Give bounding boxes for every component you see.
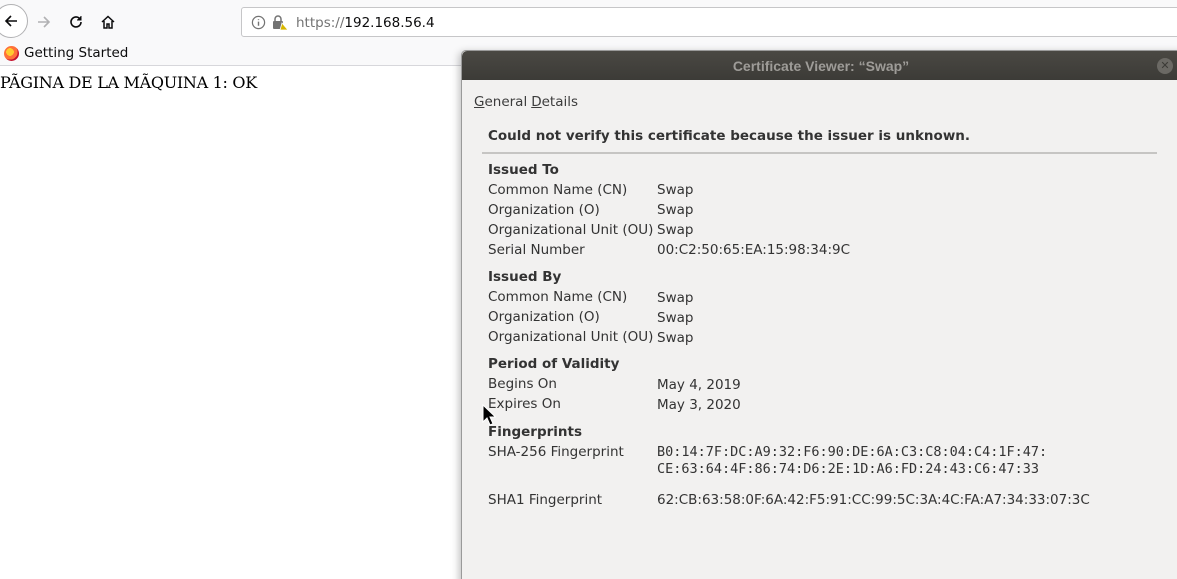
fingerprints-heading: Fingerprints <box>488 424 582 440</box>
issued-by-o-label: Organization (O) <box>488 309 600 325</box>
issued-by-o-value: Swap <box>657 310 694 326</box>
certificate-viewer-dialog: Certificate Viewer: “Swap” ✕ General Det… <box>461 50 1177 579</box>
issued-to-ou-value: Swap <box>657 222 694 238</box>
url-scheme: https:// <box>296 15 345 31</box>
mouse-cursor-icon <box>482 404 496 426</box>
firefox-icon <box>4 45 19 61</box>
page-body-text: PÃGINA DE LA MÃQUINA 1: OK <box>0 73 257 92</box>
expires-on-value: May 3, 2020 <box>657 397 741 413</box>
serial-number-value: 00:C2:50:65:EA:15:98:34:9C <box>657 242 851 258</box>
browser-toolbar: https://192.168.56.4 <box>0 0 1177 42</box>
dialog-titlebar[interactable]: Certificate Viewer: “Swap” ✕ <box>462 51 1177 80</box>
sha256-label: SHA-256 Fingerprint <box>488 444 624 460</box>
close-icon[interactable]: ✕ <box>1157 58 1173 74</box>
sha1-label: SHA1 Fingerprint <box>488 492 603 508</box>
begins-on-label: Begins On <box>488 376 557 392</box>
tab-general[interactable]: General <box>474 94 527 110</box>
issued-by-cn-label: Common Name (CN) <box>488 289 628 305</box>
forward-arrow-icon <box>38 16 51 28</box>
validity-heading: Period of Validity <box>488 356 620 372</box>
sha256-value-line2: CE:63:64:4F:86:74:D6:2E:1D:A6:FD:24:43:C… <box>657 461 1040 477</box>
tab-general-rest: eneral <box>484 94 528 110</box>
back-button[interactable] <box>0 4 28 38</box>
verification-warning: Could not verify this certificate becaus… <box>488 128 971 144</box>
home-button[interactable] <box>94 8 122 36</box>
reload-button[interactable] <box>62 8 90 36</box>
back-arrow-icon <box>4 15 17 27</box>
sha1-value: 62:CB:63:58:0F:6A:42:F5:91:CC:99:5C:3A:4… <box>657 492 1090 508</box>
issued-by-ou-value: Swap <box>657 330 694 346</box>
bookmark-label: Getting Started <box>24 45 129 61</box>
expires-on-label: Expires On <box>488 396 561 412</box>
dialog-title: Certificate Viewer: “Swap” <box>732 58 910 74</box>
bookmark-getting-started[interactable]: Getting Started <box>4 45 128 61</box>
issued-by-cn-value: Swap <box>657 290 694 306</box>
sha256-value-line1: B0:14:7F:DC:A9:32:F6:90:DE:6A:C3:C8:04:C… <box>657 444 1048 460</box>
url-host: 192.168.56.4 <box>344 15 435 31</box>
begins-on-value: May 4, 2019 <box>657 377 741 393</box>
issued-by-ou-label: Organizational Unit (OU) <box>488 329 654 345</box>
issued-to-heading: Issued To <box>488 162 559 178</box>
issued-to-cn-label: Common Name (CN) <box>488 182 628 198</box>
insecure-lock-icon[interactable] <box>271 14 289 31</box>
home-icon <box>101 15 115 29</box>
divider <box>482 152 1157 154</box>
issued-to-o-value: Swap <box>657 202 694 218</box>
serial-number-label: Serial Number <box>488 242 585 258</box>
url-text[interactable]: https://192.168.56.4 <box>296 15 435 31</box>
issued-to-cn-value: Swap <box>657 182 694 198</box>
tab-general-mnemonic: G <box>474 94 485 110</box>
tab-details-rest: etails <box>541 94 579 110</box>
url-bar[interactable]: https://192.168.56.4 <box>241 7 1177 37</box>
dialog-tabs: General Details <box>474 94 578 110</box>
forward-button[interactable] <box>30 8 58 36</box>
tab-details[interactable]: Details <box>531 94 578 110</box>
issued-by-heading: Issued By <box>488 269 562 285</box>
issued-to-o-label: Organization (O) <box>488 202 600 218</box>
tab-details-mnemonic: D <box>531 94 542 110</box>
info-icon[interactable] <box>251 15 266 30</box>
reload-icon <box>70 16 82 28</box>
issued-to-ou-label: Organizational Unit (OU) <box>488 222 654 238</box>
